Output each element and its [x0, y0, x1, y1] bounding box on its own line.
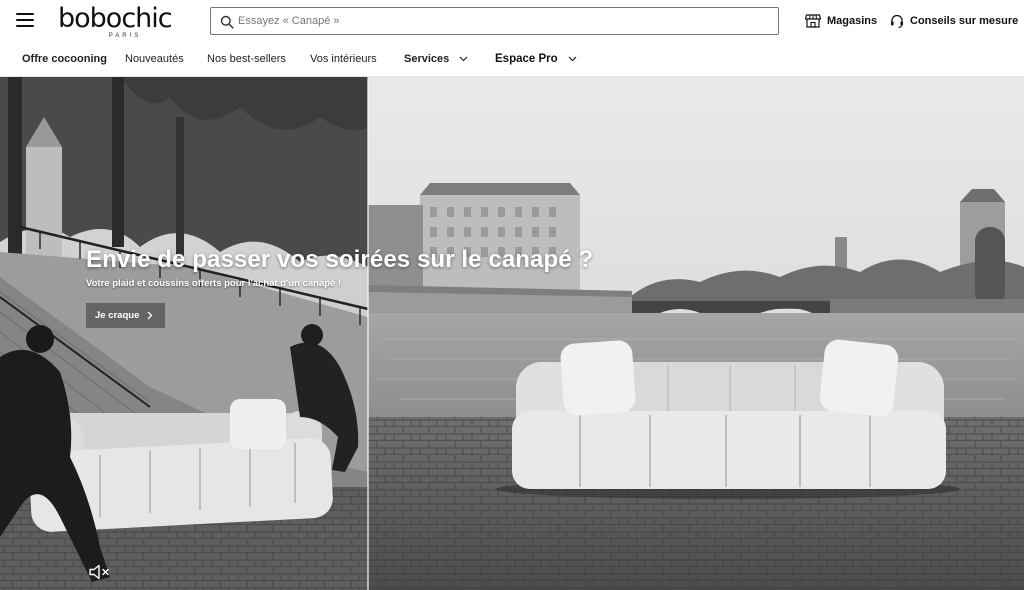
nav-item-label: Services [404, 53, 450, 65]
stores-link[interactable]: Magasins [805, 12, 877, 30]
nav-item-espace-pro[interactable]: Espace Pro [495, 53, 577, 65]
nav-item-label: Espace Pro [495, 53, 558, 65]
chevron-down-icon [459, 56, 468, 62]
hero-banner: Envie de passer vos soirées sur le canap… [0, 77, 1024, 590]
store-icon [805, 14, 821, 28]
logo-subtext: PARIS [108, 33, 142, 39]
speaker-muted-icon[interactable] [88, 564, 110, 580]
chevron-down-icon [568, 56, 577, 62]
je-craque-button[interactable]: Je craque [86, 303, 166, 328]
nav-item-label: Vos intérieurs [310, 53, 377, 65]
hero-subtitle: Votre plaid et coussins offerts pour l'a… [86, 278, 342, 289]
nav-item-label: Nos best-sellers [207, 53, 286, 65]
chevron-right-icon [147, 311, 153, 320]
nav-item-services[interactable]: Services [404, 53, 468, 65]
logo-text: bobochic [58, 3, 173, 34]
nav-item-label: Nouveautés [125, 53, 184, 65]
advice-label: Conseils sur mesure [910, 15, 1019, 27]
advice-link[interactable]: Conseils sur mesure [890, 12, 1018, 30]
logo[interactable]: bobochic PARIS [58, 2, 192, 40]
nav-item-vos-interieurs[interactable]: Vos intérieurs [310, 53, 377, 65]
nav-item-offre-cocooning[interactable]: Offre cocooning [22, 53, 107, 65]
search-bar[interactable] [210, 7, 779, 35]
nav-item-label: Offre cocooning [22, 53, 107, 65]
main-nav: Offre cocooning Nouveautés Nos best-sell… [0, 42, 1024, 77]
hamburger-menu-icon[interactable] [16, 13, 34, 27]
hero-title: Envie de passer vos soirées sur le canap… [86, 246, 594, 273]
cta-label: Je craque [95, 310, 140, 321]
search-icon[interactable] [220, 15, 234, 29]
nav-item-best-sellers[interactable]: Nos best-sellers [207, 53, 286, 65]
stores-label: Magasins [827, 15, 878, 27]
headset-icon [891, 14, 903, 28]
search-input[interactable] [238, 11, 768, 31]
site-header: bobochic PARIS Magasins Conseils sur mes… [0, 0, 1024, 42]
nav-item-nouveautes[interactable]: Nouveautés [125, 53, 184, 65]
hero-image [0, 77, 1024, 590]
